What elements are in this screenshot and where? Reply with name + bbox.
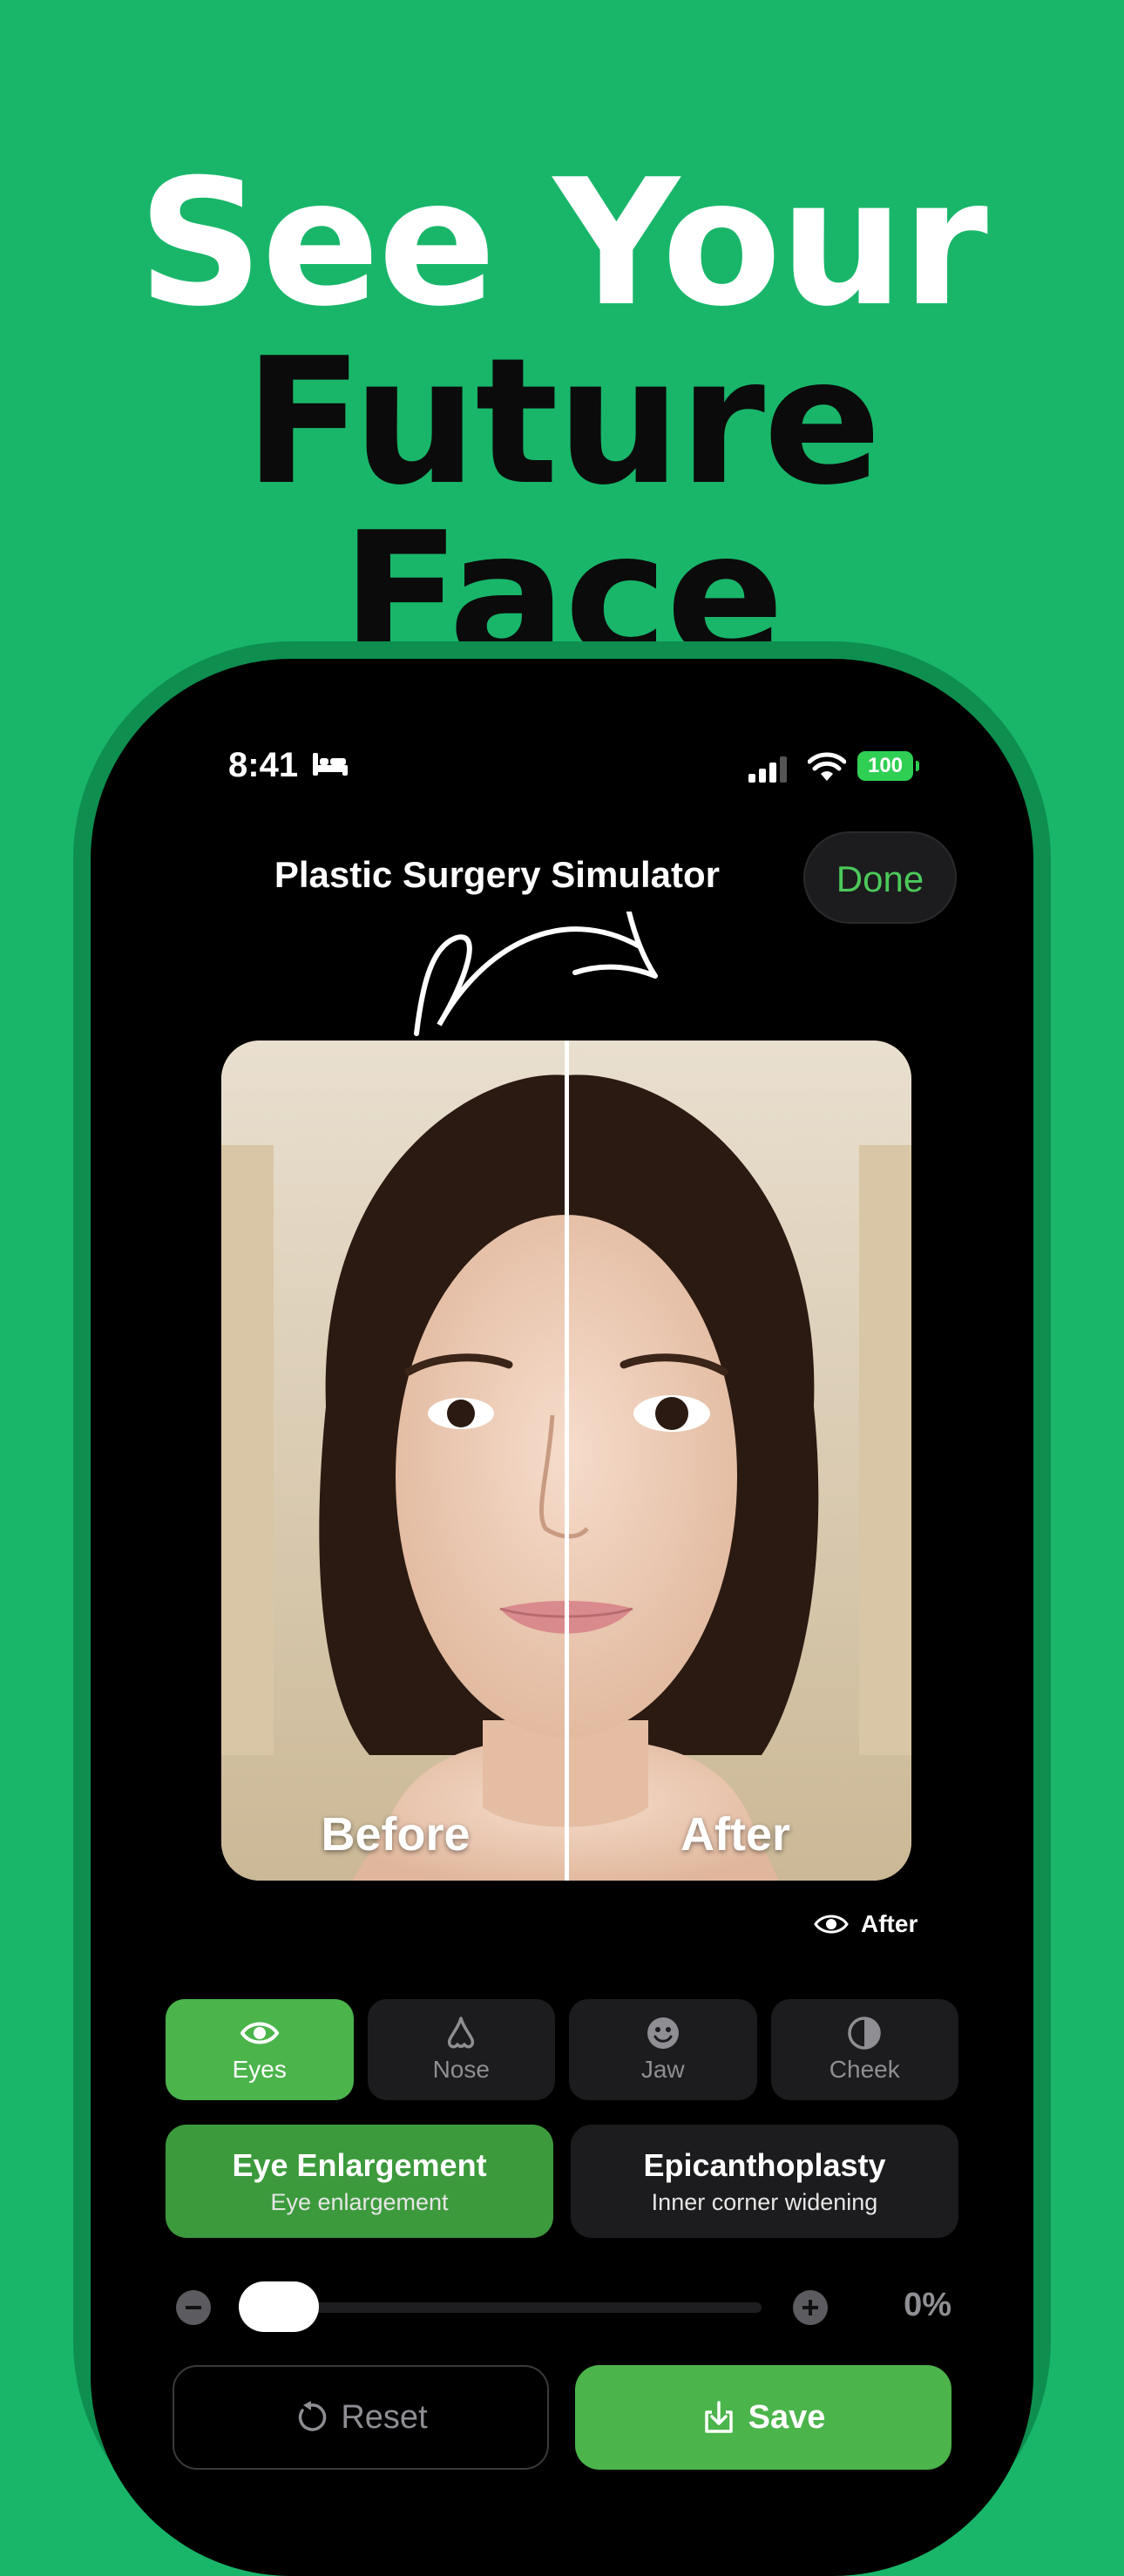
before-label: Before [321, 1808, 471, 1861]
eye-icon [814, 1915, 849, 1934]
tab-nose-label: Nose [432, 2056, 490, 2083]
tab-nose[interactable]: Nose [367, 1999, 555, 2100]
bed-icon [313, 753, 348, 776]
option-subtitle: Inner corner widening [651, 2188, 878, 2215]
option-eye-enlargement[interactable]: Eye Enlargement Eye enlargement [166, 2125, 553, 2238]
slider-value: 0% [904, 2287, 951, 2323]
face-smile-icon [647, 2017, 679, 2049]
increase-button[interactable] [793, 2290, 828, 2325]
intensity-slider-row: 0% [176, 2278, 960, 2339]
status-bar: 8:41 100 [91, 659, 1033, 784]
nose-icon [448, 2017, 475, 2049]
page-title: Plastic Surgery Simulator [274, 854, 720, 895]
option-title: Epicanthoplasty [643, 2146, 886, 2183]
half-circle-icon [848, 2017, 881, 2050]
cellular-signal-icon [748, 756, 787, 783]
slider-thumb[interactable] [239, 2281, 319, 2332]
reset-label: Reset [341, 2398, 428, 2436]
tab-jaw[interactable]: Jaw [569, 1999, 757, 2100]
reset-button[interactable]: Reset [173, 2365, 549, 2470]
after-label: After [680, 1808, 790, 1861]
download-icon [704, 2401, 733, 2433]
curved-arrow-icon [414, 912, 658, 1036]
save-button[interactable]: Save [575, 2365, 951, 2470]
status-time: 8:41 [228, 746, 299, 784]
eye-icon [240, 2022, 280, 2044]
tab-eyes[interactable]: Eyes [166, 1999, 354, 2100]
category-tabs: Eyes Nose Jaw Cheek [166, 1999, 958, 2100]
comparison-divider[interactable] [565, 1041, 569, 1881]
view-toggle[interactable]: After [814, 1910, 917, 1938]
option-epicanthoplasty[interactable]: Epicanthoplasty Inner corner widening [571, 2125, 958, 2238]
headline-line-1: See Your [138, 142, 988, 345]
view-toggle-label: After [861, 1910, 918, 1937]
phone-screen: 8:41 100 Plastic Surgery Simulator Done [91, 659, 1033, 2576]
headline-line-2: Future Face [244, 321, 881, 698]
tab-cheek-label: Cheek [829, 2056, 900, 2083]
decrease-button[interactable] [176, 2290, 211, 2325]
battery-indicator: 100 [857, 751, 913, 781]
option-title: Eye Enlargement [232, 2146, 487, 2183]
tab-cheek[interactable]: Cheek [770, 1999, 958, 2100]
battery-tip [916, 761, 919, 771]
tab-jaw-label: Jaw [640, 2056, 685, 2083]
option-subtitle: Eye enlargement [270, 2188, 449, 2215]
wifi-icon [808, 752, 846, 781]
procedure-options: Eye Enlargement Eye enlargement Epicanth… [166, 2125, 958, 2238]
save-label: Save [748, 2398, 826, 2436]
before-after-photo[interactable]: Before After [221, 1041, 911, 1881]
reset-icon [299, 2401, 327, 2431]
tab-eyes-label: Eyes [232, 2056, 287, 2083]
done-button[interactable]: Done [803, 831, 957, 924]
